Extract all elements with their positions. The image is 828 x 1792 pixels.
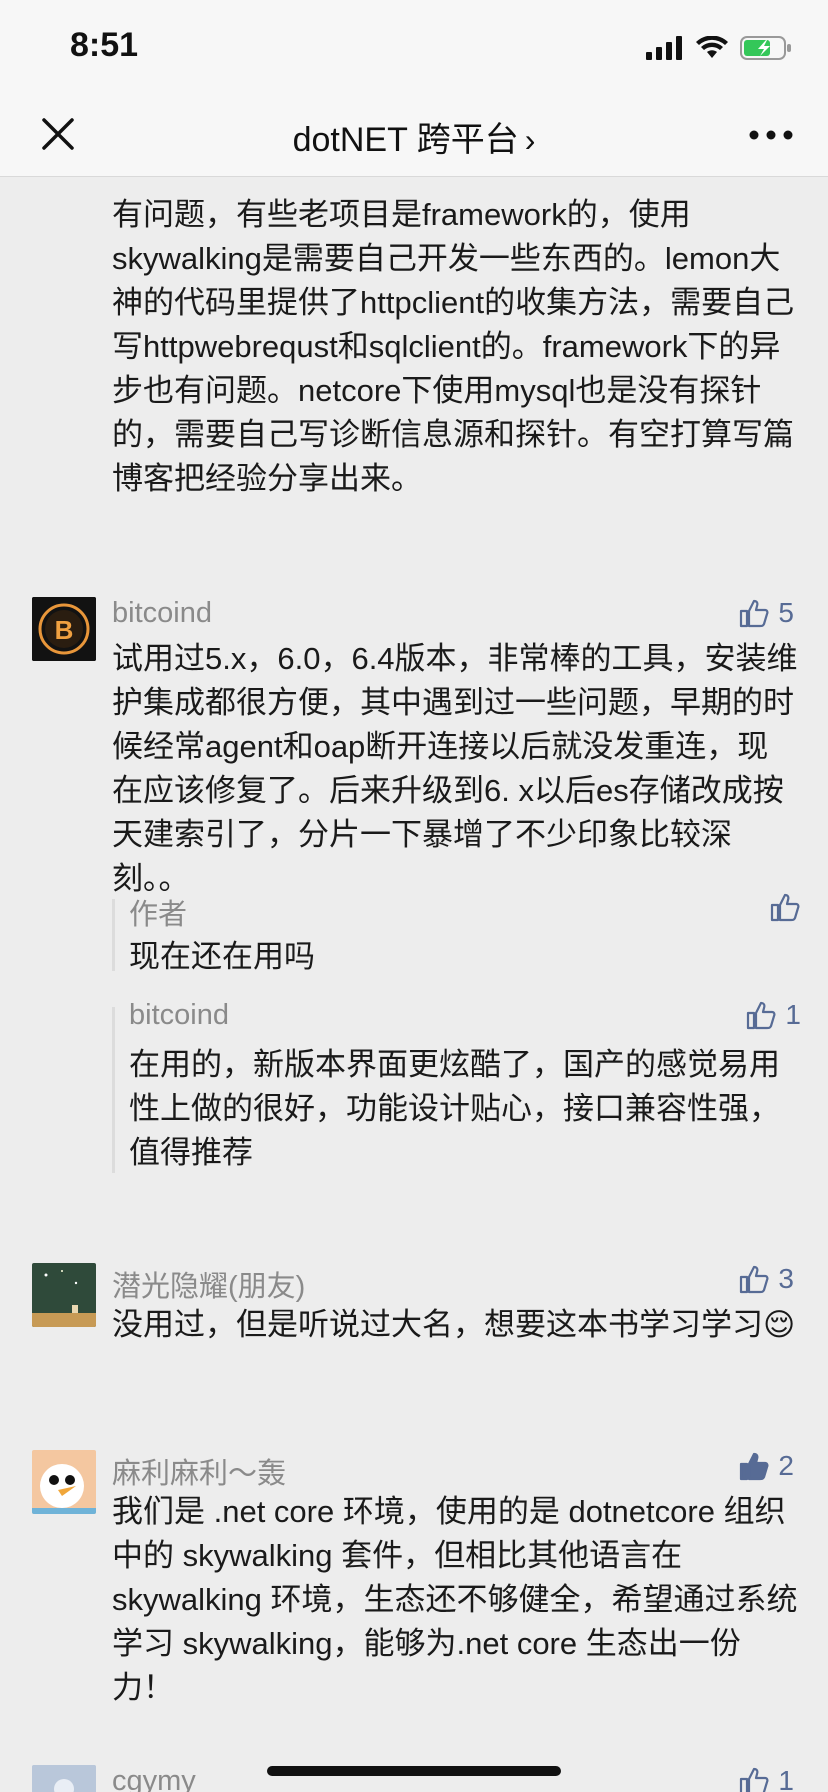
status-icons — [646, 36, 792, 60]
thumbs-up-icon — [740, 1767, 769, 1792]
avatar[interactable] — [32, 1263, 96, 1327]
page-title-text[interactable]: dotNET 跨平台 — [293, 121, 519, 159]
status-time: 8:51 — [70, 26, 139, 64]
avatar[interactable] — [32, 1450, 96, 1514]
thumbs-up-icon — [770, 893, 800, 922]
thumbs-up-icon — [740, 1265, 769, 1294]
reply-author: 作者 — [129, 899, 188, 931]
thumbs-up-icon — [740, 599, 769, 628]
thumbs-up-filled-icon — [740, 1452, 769, 1481]
user-avatar-icon — [32, 1765, 96, 1792]
wifi-icon — [696, 36, 728, 58]
comment-text: 我们是 .net core 环境，使用的是 dotnetcore 组织中的 sk… — [112, 1494, 798, 1705]
reply-author: bitcoind — [129, 999, 229, 1031]
avatar[interactable]: B — [32, 597, 96, 661]
comment-text: 试用过5.x，6.0，6.4版本，非常棒的工具，安装维护集成都很方便，其中遇到过… — [112, 641, 798, 896]
comment-text-body: 有问题，有些老项目是framework的，使用skywalking是需要自己开发… — [112, 197, 795, 496]
comment-author[interactable]: bitcoind — [112, 597, 212, 630]
home-indicator[interactable] — [267, 1766, 561, 1776]
like-count: 1 — [778, 1765, 794, 1792]
like-button[interactable]: 5 — [738, 597, 794, 629]
bird-avatar-icon — [32, 1450, 96, 1514]
like-button[interactable]: 1 — [738, 1765, 794, 1792]
like-button[interactable]: 2 — [738, 1450, 794, 1482]
comment-text: 没用过，但是听说过大名，想要这本书学习学习😌 — [112, 1307, 796, 1342]
comment-author[interactable]: cgymy — [112, 1765, 196, 1792]
battery-icon — [740, 36, 791, 60]
nav-bar: dotNET 跨平台 › — [0, 100, 828, 177]
like-button[interactable]: 1 — [745, 999, 801, 1031]
signal-icon — [646, 36, 682, 60]
comment-author[interactable]: 潜光隐耀(朋友) — [112, 1263, 305, 1305]
reply-item: bitcoind 1 在用的，新版本界面更炫酷了，国产的感觉易用性上做的很好，功… — [112, 999, 801, 1173]
page-title[interactable]: dotNET 跨平台 › — [0, 112, 828, 161]
like-count: 1 — [785, 999, 801, 1030]
like-count: 2 — [778, 1450, 794, 1481]
svg-text:B: B — [55, 615, 74, 645]
comment-text: 有问题，有些老项目是framework的，使用skywalking是需要自己开发… — [112, 177, 798, 501]
like-count: 5 — [778, 597, 794, 628]
comment-list[interactable]: 有问题，有些老项目是framework的，使用skywalking是需要自己开发… — [0, 177, 828, 1792]
reply-text: 现在还在用吗 — [129, 939, 315, 974]
reply-item: 作者 现在还在用吗 — [112, 893, 801, 974]
like-button[interactable]: 3 — [738, 1263, 794, 1295]
reply-text: 在用的，新版本界面更炫酷了，国产的感觉易用性上做的很好，功能设计贴心，接口兼容性… — [129, 1047, 780, 1170]
status-bar: 8:51 — [0, 0, 828, 100]
comment-author[interactable]: 麻利麻利～轰 — [112, 1450, 286, 1492]
night-scene-avatar-icon — [32, 1263, 96, 1327]
bitcoin-avatar-icon: B — [32, 597, 96, 661]
chevron-right-icon: › — [524, 122, 536, 158]
like-count: 3 — [778, 1263, 794, 1294]
clipped-line — [112, 177, 798, 193]
more-icon[interactable] — [748, 128, 794, 142]
avatar[interactable] — [32, 1765, 96, 1792]
thumbs-up-icon — [747, 1001, 776, 1030]
like-button[interactable] — [769, 891, 801, 923]
